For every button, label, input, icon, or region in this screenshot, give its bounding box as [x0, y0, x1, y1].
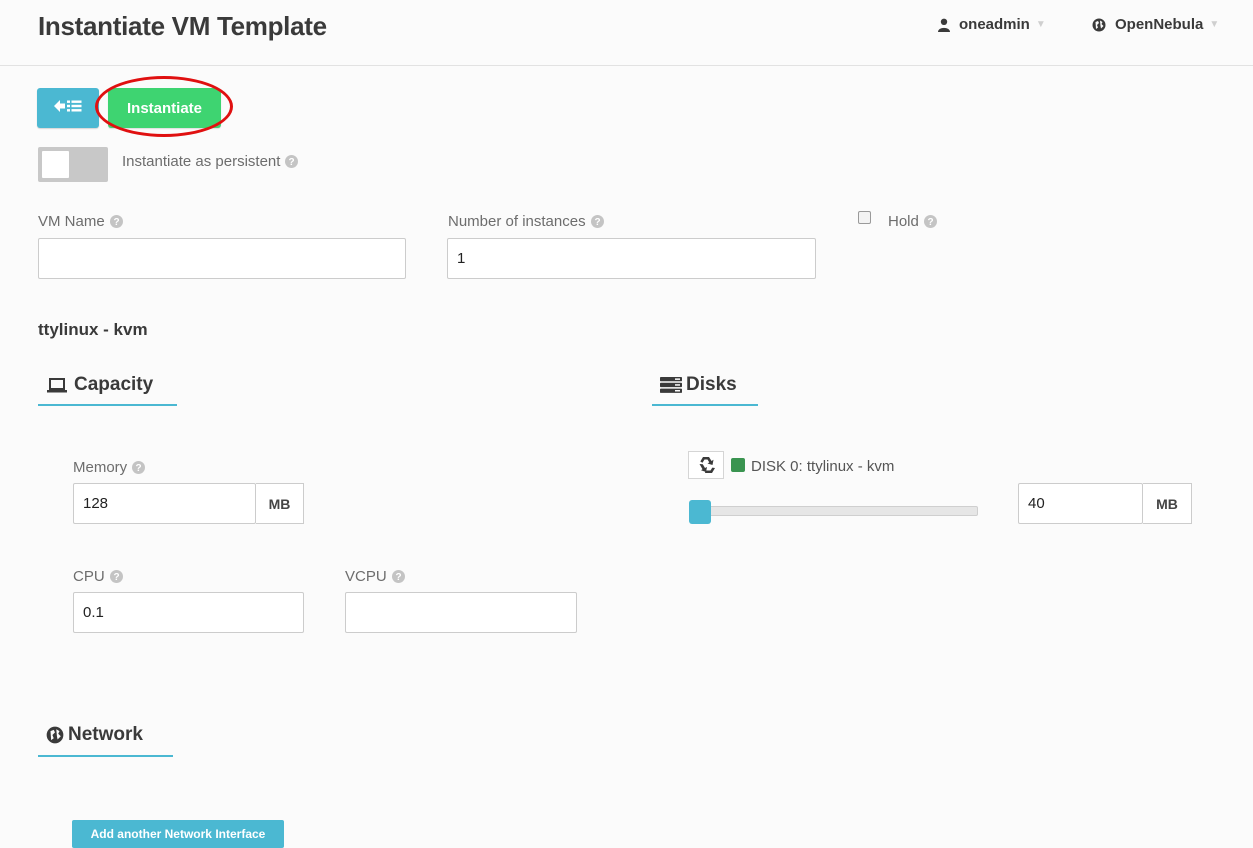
disks-underline [652, 404, 758, 406]
svg-text:?: ? [113, 572, 119, 583]
disk-unit-select[interactable]: MB [1143, 483, 1192, 524]
disks-section-title: Disks [660, 374, 737, 396]
vm-name-input[interactable] [38, 238, 406, 279]
memory-unit-select[interactable]: MB [256, 483, 304, 524]
persistent-label: Instantiate as persistent ? [122, 153, 299, 170]
svg-text:?: ? [927, 217, 933, 228]
back-to-list-button[interactable] [37, 88, 99, 128]
help-icon[interactable]: ? [923, 215, 937, 228]
cpu-label-text: CPU [73, 568, 105, 585]
globe-icon [1092, 18, 1106, 32]
vm-name-label: VM Name ? [38, 213, 123, 230]
instances-input[interactable] [447, 238, 816, 279]
disk-size-input[interactable] [1018, 483, 1143, 524]
vcpu-label: VCPU ? [345, 568, 405, 585]
toggle-knob [42, 151, 69, 178]
memory-label: Memory ? [73, 459, 146, 476]
disk-label: DISK 0: ttylinux - kvm [751, 458, 895, 475]
svg-text:?: ? [136, 463, 142, 474]
recycle-icon [696, 456, 716, 474]
user-name: oneadmin [959, 16, 1030, 33]
network-section-title: Network [46, 724, 143, 746]
memory-label-text: Memory [73, 459, 128, 476]
chevron-down-icon: ▼ [1035, 19, 1046, 30]
user-icon [938, 18, 950, 32]
chevron-down-icon: ▼ [1209, 19, 1220, 30]
disk-recycle-button[interactable] [688, 451, 724, 479]
disks-title-text: Disks [686, 374, 737, 395]
memory-input[interactable] [73, 483, 256, 524]
capacity-title-text: Capacity [74, 374, 154, 395]
add-network-interface-button[interactable]: Add another Network Interface [72, 820, 284, 848]
help-icon[interactable]: ? [109, 570, 123, 583]
help-icon[interactable]: ? [285, 155, 299, 168]
page-title: Instantiate VM Template [38, 11, 327, 41]
zone-menu[interactable]: OpenNebula ▼ [1092, 16, 1219, 33]
vcpu-input[interactable] [345, 592, 577, 633]
network-underline [38, 755, 173, 757]
hold-checkbox[interactable] [858, 211, 871, 224]
svg-text:?: ? [289, 157, 295, 168]
persistent-toggle[interactable] [38, 147, 108, 182]
slider-handle[interactable] [689, 500, 711, 524]
globe-icon [46, 726, 64, 744]
user-menu[interactable]: oneadmin ▼ [938, 16, 1046, 33]
zone-name: OpenNebula [1115, 16, 1204, 33]
help-icon[interactable]: ? [590, 215, 604, 228]
vm-name-label-text: VM Name [38, 213, 105, 230]
template-name: ttylinux - kvm [38, 320, 148, 339]
svg-text:?: ? [395, 572, 401, 583]
svg-text:?: ? [113, 217, 119, 228]
disk-size-slider[interactable] [700, 506, 978, 516]
back-list-icon [53, 98, 83, 119]
instances-label-text: Number of instances [448, 213, 586, 230]
help-icon[interactable]: ? [132, 461, 146, 474]
persistent-label-text: Instantiate as persistent [122, 153, 281, 170]
svg-text:?: ? [594, 217, 600, 228]
server-icon [660, 377, 682, 393]
hold-label: Hold ? [888, 213, 937, 230]
cpu-input[interactable] [73, 592, 304, 633]
help-icon[interactable]: ? [391, 570, 405, 583]
disk-status-indicator [731, 458, 745, 472]
help-icon[interactable]: ? [109, 215, 123, 228]
capacity-section-title: Capacity [47, 374, 153, 396]
hold-label-text: Hold [888, 213, 919, 230]
page-header: Instantiate VM Template oneadmin ▼ OpenN… [0, 0, 1253, 66]
laptop-icon [47, 377, 67, 393]
capacity-underline [38, 404, 177, 406]
cpu-label: CPU ? [73, 568, 123, 585]
instantiate-button[interactable]: Instantiate [108, 88, 221, 128]
vcpu-label-text: VCPU [345, 568, 387, 585]
network-title-text: Network [68, 724, 143, 745]
instances-label: Number of instances ? [448, 213, 604, 230]
